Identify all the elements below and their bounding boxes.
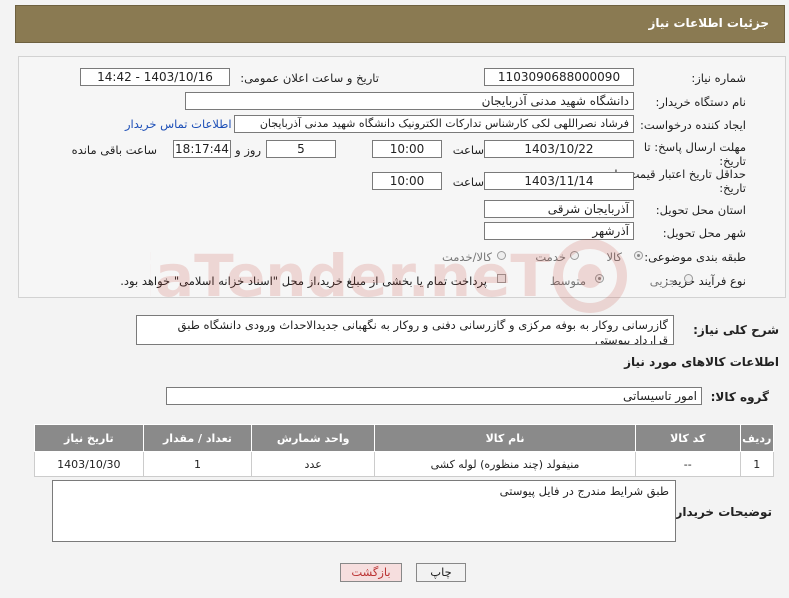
back-button[interactable]: بازگشت [340, 563, 402, 582]
validity-time-label: ساعت [452, 175, 484, 189]
buyer-notes-box[interactable]: طبق شرایط مندرج در فایل پیوستی [52, 480, 676, 542]
deadline-label-2: تاریخ: [719, 154, 746, 168]
goods-table-wrapper: ردیف کد کالا نام کالا واحد شمارش تعداد /… [34, 424, 775, 477]
description-label: شرح کلی نیاز: [693, 323, 779, 337]
announce-label: تاریخ و ساعت اعلان عمومی: [240, 71, 379, 85]
buyer-contact-link[interactable]: اطلاعات تماس خریدار [125, 117, 232, 131]
remaining-time-field[interactable]: 18:17:44 [173, 140, 231, 158]
validity-label-2: تاریخ: [719, 181, 746, 195]
goods-group-label: گروه کالا: [710, 390, 769, 404]
buyer-org-field[interactable]: دانشگاه شهید مدنی آذربایجان [185, 92, 634, 110]
category-goods-label: کالا [606, 250, 622, 264]
category-goods-radio[interactable] [634, 251, 643, 260]
validity-date-field[interactable]: 1403/11/14 [484, 172, 634, 190]
deadline-label: مهلت ارسال پاسخ: تا [643, 140, 746, 154]
goods-section-title: اطلاعات کالاهای مورد نیاز [624, 355, 779, 369]
goods-group-field[interactable]: امور تاسیساتی [166, 387, 702, 405]
table-row[interactable]: 1 -- منیفولد (چند منظوره) لوله کشی عدد 1… [34, 451, 775, 477]
buyer-org-label: نام دستگاه خریدار: [655, 95, 746, 109]
page-title: جزئیات اطلاعات نیاز [648, 16, 769, 30]
category-service-radio[interactable] [570, 251, 579, 260]
deadline-time-field[interactable]: 10:00 [372, 140, 442, 158]
category-goods-service-radio[interactable] [497, 251, 506, 260]
buyer-notes-label: توضیحات خریدار: [670, 505, 772, 519]
need-number-label: شماره نیاز: [691, 71, 746, 85]
announce-datetime-field[interactable]: 1403/10/16 - 14:42 [80, 68, 230, 86]
days-remaining-field[interactable]: 5 [266, 140, 336, 158]
process-minor-radio[interactable] [684, 274, 693, 283]
days-label: روز و [235, 143, 261, 157]
col-unit: واحد شمارش [251, 424, 376, 452]
process-medium-radio[interactable] [595, 274, 604, 283]
cell-date: 1403/10/30 [34, 451, 144, 477]
process-label: نوع فرآیند خرید : [664, 274, 746, 288]
city-label: شهر محل تحویل: [662, 226, 746, 240]
print-button[interactable]: چاپ [416, 563, 466, 582]
cell-unit: عدد [251, 451, 376, 477]
col-qty: تعداد / مقدار [142, 424, 253, 452]
cell-qty: 1 [142, 451, 253, 477]
col-date: تاریخ نیاز [34, 424, 144, 452]
city-field[interactable]: آذرشهر [484, 222, 634, 240]
goods-table: ردیف کد کالا نام کالا واحد شمارش تعداد /… [34, 424, 775, 477]
category-goods-service-label: کالا/خدمت [441, 250, 492, 264]
validity-time-field[interactable]: 10:00 [372, 172, 442, 190]
cell-row: 1 [739, 451, 775, 477]
deadline-date-field[interactable]: 1403/10/22 [484, 140, 634, 158]
cell-name: منیفولد (چند منظوره) لوله کشی [374, 451, 636, 477]
creator-field[interactable]: فرشاد نصراللهی لکی کارشناس تدارکات الکتر… [234, 115, 634, 133]
category-label: طبقه بندی موضوعی: [644, 250, 746, 264]
col-name: نام کالا [374, 424, 636, 452]
page-header: جزئیات اطلاعات نیاز [15, 5, 785, 43]
process-medium-label: متوسط [549, 274, 586, 288]
category-service-label: خدمت [535, 250, 566, 264]
province-label: استان محل تحویل: [655, 203, 746, 217]
province-field[interactable]: آذربایجان شرقی [484, 200, 634, 218]
deadline-time-label: ساعت [452, 143, 484, 157]
payment-note: پرداخت تمام یا بخشی از مبلغ خرید،از محل … [120, 274, 487, 288]
need-number-field[interactable]: 1103090688000090 [484, 68, 634, 86]
col-row: ردیف [739, 424, 775, 452]
remaining-time-label: ساعت باقی مانده [71, 143, 157, 157]
process-minor-label: جزیی [649, 274, 676, 288]
col-code: کد کالا [634, 424, 741, 452]
description-box[interactable]: گازرسانی روکار به بوفه مرکزی و گازرسانی … [136, 315, 674, 345]
validity-label: حداقل تاریخ اعتبار قیمت: تا [614, 167, 746, 181]
creator-label: ایجاد کننده درخواست: [640, 118, 746, 132]
cell-code: -- [634, 451, 741, 477]
treasury-payment-checkbox[interactable] [497, 274, 506, 283]
